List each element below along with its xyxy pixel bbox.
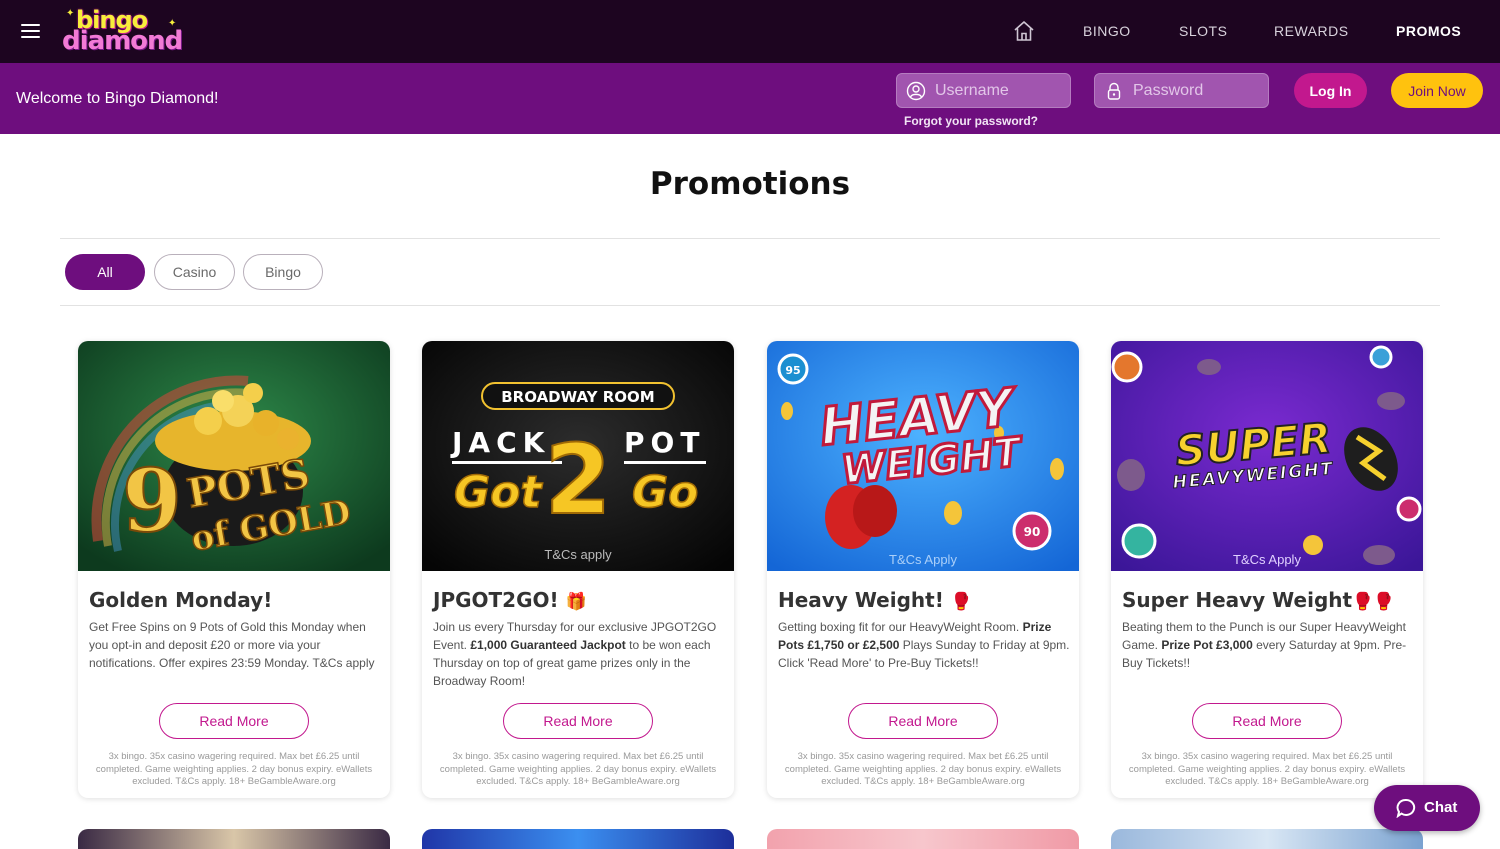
read-more-button[interactable]: Read More — [503, 703, 653, 739]
login-button[interactable]: Log In — [1294, 73, 1367, 108]
card-title: Golden Monday! — [89, 588, 273, 612]
card-terms: 3x bingo. 35x casino wagering required. … — [784, 751, 1062, 787]
divider — [60, 238, 1440, 239]
card-terms: 3x bingo. 35x casino wagering required. … — [95, 751, 373, 787]
read-more-button[interactable]: Read More — [848, 703, 998, 739]
svg-text:T&Cs Apply: T&Cs Apply — [1233, 552, 1301, 567]
divider — [60, 305, 1440, 306]
promo-banner[interactable]: 95 HEAVY WEIGHT 90 T&Cs Apply — [767, 341, 1079, 571]
promo-banner[interactable]: 9 POTS of GOLD — [78, 341, 390, 571]
login-bar: Welcome to Bingo Diamond! Forgot your pa… — [0, 63, 1500, 134]
svg-text:2: 2 — [545, 424, 612, 536]
gift-icon: 🎁 — [565, 592, 587, 612]
svg-text:BROADWAY ROOM: BROADWAY ROOM — [501, 388, 655, 406]
join-now-button[interactable]: Join Now — [1391, 73, 1483, 108]
promo-card-partial[interactable] — [78, 829, 390, 849]
card-terms: 3x bingo. 35x casino wagering required. … — [1128, 751, 1406, 787]
promo-card-super-heavy-weight: SUPER HEAVYWEIGHT T&Cs Apply Super Heavy… — [1111, 341, 1423, 798]
card-title: JPGOT2GO! 🎁 — [433, 588, 587, 612]
promo-card-partial[interactable] — [422, 829, 734, 849]
card-description: Getting boxing fit for our HeavyWeight R… — [778, 620, 1070, 670]
card-title: Super Heavy Weight🥊🥊 — [1122, 588, 1395, 612]
home-icon[interactable] — [1012, 19, 1036, 43]
welcome-text: Welcome to Bingo Diamond! — [16, 90, 219, 107]
filter-casino[interactable]: Casino — [154, 254, 235, 290]
card-description: Beating them to the Punch is our Super H… — [1122, 620, 1407, 670]
card-title: Heavy Weight! 🥊 — [778, 588, 972, 612]
read-more-button[interactable]: Read More — [159, 703, 309, 739]
promo-card-golden-monday: 9 POTS of GOLD Golden Monday! Get Free S… — [78, 341, 390, 798]
pots-of-gold-banner: 9 POTS of GOLD — [78, 341, 390, 571]
filter-bingo[interactable]: Bingo — [243, 254, 323, 290]
forgot-password-link[interactable]: Forgot your password? — [904, 114, 1038, 128]
promo-card-partial[interactable] — [1111, 829, 1423, 849]
user-icon — [906, 81, 926, 101]
promo-card-jpgot2go: BROADWAY ROOM JACK POT 2 Got Go T&Cs app… — [422, 341, 734, 798]
heavy-weight-banner: 95 HEAVY WEIGHT 90 T&Cs Apply — [767, 341, 1079, 571]
page-title: Promotions — [649, 166, 851, 202]
promo-card-partial[interactable] — [767, 829, 1079, 849]
jackpot-got-2-go-banner: BROADWAY ROOM JACK POT 2 Got Go T&Cs app… — [422, 341, 734, 571]
svg-text:90: 90 — [1024, 525, 1041, 539]
svg-text:Go: Go — [632, 467, 698, 518]
super-heavyweight-banner: SUPER HEAVYWEIGHT T&Cs Apply — [1111, 341, 1423, 571]
svg-text:95: 95 — [785, 364, 800, 377]
boxing-glove-icon: 🥊 — [950, 592, 972, 612]
svg-text:T&Cs apply: T&Cs apply — [544, 547, 612, 562]
password-input[interactable] — [1133, 74, 1263, 107]
nav-rewards[interactable]: REWARDS — [1274, 23, 1349, 39]
read-more-button[interactable]: Read More — [1192, 703, 1342, 739]
password-field[interactable] — [1094, 73, 1269, 108]
svg-text:POT: POT — [624, 426, 705, 459]
svg-text:JACK: JACK — [450, 426, 550, 459]
nav-slots[interactable]: SLOTS — [1179, 23, 1227, 39]
promo-card-heavy-weight: 95 HEAVY WEIGHT 90 T&Cs Apply Heavy Weig… — [767, 341, 1079, 798]
card-description: Join us every Thursday for our exclusive… — [433, 620, 717, 688]
top-navbar: bingo diamond ✦ ✦ BINGO SLOTS REWARDS PR… — [0, 0, 1500, 63]
promo-banner[interactable]: BROADWAY ROOM JACK POT 2 Got Go T&Cs app… — [422, 341, 734, 571]
lock-icon — [1107, 82, 1121, 100]
card-description: Get Free Spins on 9 Pots of Gold this Mo… — [89, 620, 375, 670]
menu-icon[interactable] — [21, 24, 40, 39]
bingo-diamond-logo[interactable]: bingo diamond ✦ ✦ — [62, 6, 183, 58]
username-field[interactable] — [896, 73, 1071, 108]
svg-text:Got: Got — [454, 467, 543, 518]
card-terms: 3x bingo. 35x casino wagering required. … — [439, 751, 717, 787]
svg-text:9: 9 — [122, 451, 182, 552]
promo-banner[interactable]: SUPER HEAVYWEIGHT T&Cs Apply — [1111, 341, 1423, 571]
chat-button[interactable]: Chat — [1374, 785, 1480, 831]
nav-bingo[interactable]: BINGO — [1083, 23, 1131, 39]
chat-bubble-icon — [1396, 798, 1416, 818]
svg-text:T&Cs Apply: T&Cs Apply — [889, 552, 957, 567]
chat-label: Chat — [1424, 799, 1458, 816]
nav-promos[interactable]: PROMOS — [1396, 23, 1461, 39]
boxing-glove-icon: 🥊🥊 — [1352, 592, 1395, 612]
filter-all[interactable]: All — [65, 254, 145, 290]
username-input[interactable] — [935, 74, 1065, 107]
